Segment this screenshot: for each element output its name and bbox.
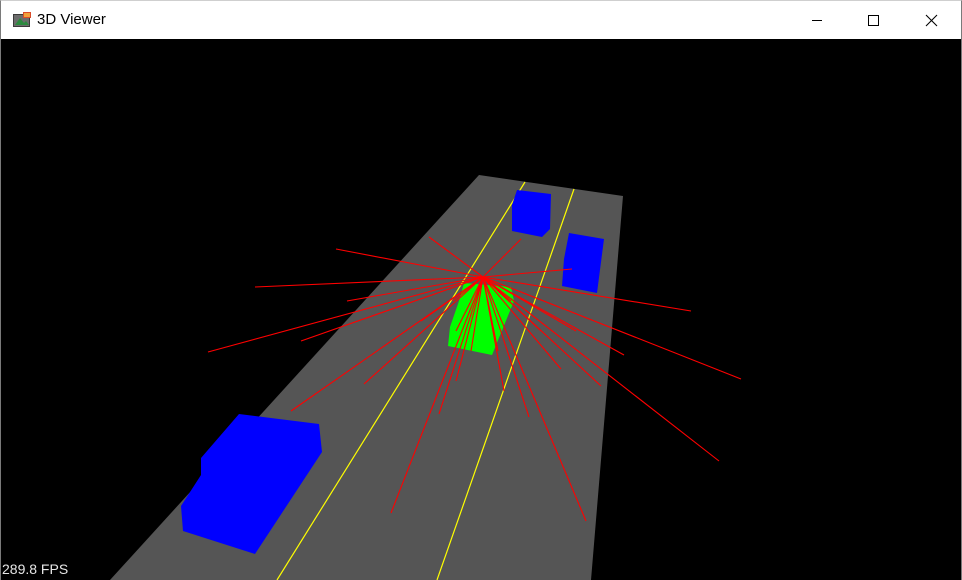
fps-counter: 289.8 FPS <box>2 561 69 577</box>
vehicle-far-left <box>512 190 551 237</box>
scene-canvas[interactable] <box>1 39 961 580</box>
minimize-icon <box>812 20 822 21</box>
close-icon <box>925 14 938 27</box>
viewer-window: 3D Viewer 289.8 FPS <box>0 0 962 580</box>
title-bar[interactable]: 3D Viewer <box>1 1 961 39</box>
window-title: 3D Viewer <box>37 11 106 28</box>
close-button[interactable] <box>908 1 954 39</box>
vehicle-far-right <box>562 233 604 293</box>
maximize-button[interactable] <box>850 1 896 39</box>
3d-viewport[interactable]: 289.8 FPS <box>1 39 961 580</box>
minimize-button[interactable] <box>794 1 840 39</box>
maximize-icon <box>868 15 879 26</box>
app-icon[interactable] <box>12 11 32 29</box>
